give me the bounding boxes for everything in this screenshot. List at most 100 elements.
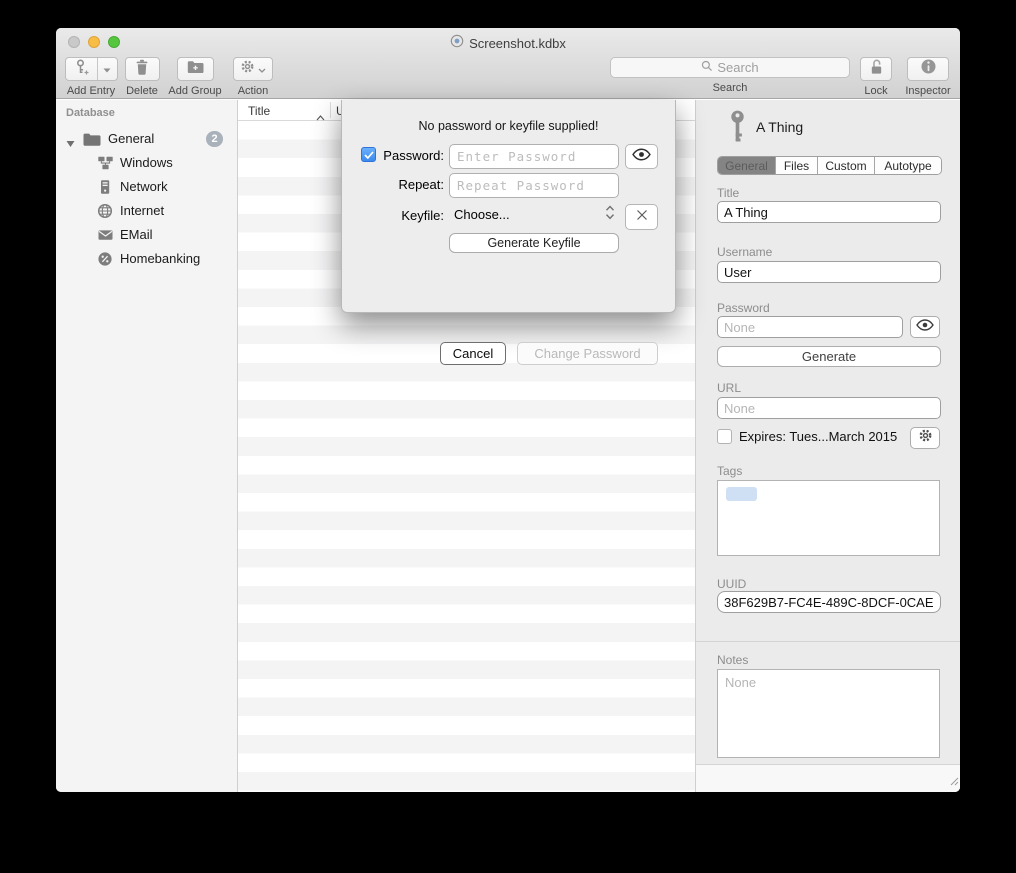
- app-window: Screenshot.kdbx Add Entry: [56, 28, 960, 792]
- eye-icon: [632, 148, 651, 166]
- bottom-bar: [696, 765, 960, 792]
- search-label: Search: [713, 82, 748, 94]
- sidebar: Database General 2 Windows: [56, 100, 238, 792]
- repeat-password-input[interactable]: [449, 173, 619, 198]
- info-icon: [920, 58, 937, 80]
- column-header-title[interactable]: Title: [248, 104, 270, 118]
- entry-count-badge: 2: [206, 131, 223, 147]
- password-label: Password:: [362, 148, 444, 163]
- window-title: Screenshot.kdbx: [469, 36, 566, 51]
- titlebar-toolbar: Screenshot.kdbx Add Entry: [56, 28, 960, 99]
- search-placeholder: Search: [717, 60, 758, 75]
- toolbar-action: Action: [230, 57, 276, 97]
- globe-icon: [97, 203, 113, 224]
- cancel-button[interactable]: Cancel: [440, 342, 506, 365]
- add-group-label: Add Group: [168, 85, 221, 97]
- sidebar-item-windows[interactable]: Windows: [56, 151, 237, 175]
- sidebar-item-label: Network: [120, 179, 168, 194]
- sidebar-item-network[interactable]: Network: [56, 175, 237, 199]
- gear-icon: [918, 428, 933, 448]
- notes-field-label: Notes: [717, 653, 748, 667]
- entry-title: A Thing: [756, 119, 803, 135]
- reveal-password-button[interactable]: [910, 316, 940, 338]
- tags-field-label: Tags: [717, 464, 742, 478]
- trash-icon: [135, 59, 149, 80]
- inspector-panel: A Thing General Files Custom Autotype Ti…: [695, 100, 960, 792]
- title-field-label: Title: [717, 186, 739, 200]
- sidebar-item-label: Homebanking: [120, 251, 200, 266]
- password-field-label: Password: [717, 301, 770, 315]
- delete-label: Delete: [126, 85, 158, 97]
- add-entry-button[interactable]: [66, 58, 97, 80]
- tab-autotype[interactable]: Autotype: [874, 157, 941, 174]
- tab-files[interactable]: Files: [775, 157, 817, 174]
- tab-general[interactable]: General: [718, 157, 775, 174]
- expires-settings-button[interactable]: [910, 427, 940, 449]
- change-password-button[interactable]: Change Password: [517, 342, 658, 365]
- add-entry-dropdown-button[interactable]: [97, 58, 117, 80]
- sidebar-item-label: Internet: [120, 203, 164, 218]
- add-entry-label: Add Entry: [67, 85, 115, 97]
- eye-icon: [916, 318, 934, 336]
- uuid-field-label: UUID: [717, 577, 746, 591]
- keyfile-label: Keyfile:: [362, 208, 444, 223]
- action-button[interactable]: [233, 57, 273, 81]
- expires-checkbox[interactable]: [717, 429, 732, 444]
- clear-keyfile-button[interactable]: [625, 204, 658, 230]
- document-proxy-icon: [450, 34, 464, 53]
- toolbar-add-group: Add Group: [164, 57, 226, 97]
- password-field[interactable]: [717, 316, 903, 338]
- search-icon: [701, 59, 713, 77]
- chevron-down-icon: [258, 60, 266, 78]
- sidebar-item-homebanking[interactable]: Homebanking: [56, 247, 237, 271]
- inspector-button[interactable]: [907, 57, 949, 81]
- column-divider[interactable]: [330, 102, 331, 118]
- title-field[interactable]: [717, 201, 941, 223]
- sidebar-item-internet[interactable]: Internet: [56, 199, 237, 223]
- lock-button[interactable]: [860, 57, 892, 81]
- tag-chip[interactable]: [726, 487, 757, 501]
- server-icon: [97, 179, 113, 200]
- action-label: Action: [238, 85, 269, 97]
- sidebar-item-label: General: [108, 131, 154, 146]
- generate-password-button[interactable]: Generate: [717, 346, 941, 367]
- network-computers-icon: [97, 155, 114, 176]
- generate-keyfile-button[interactable]: Generate Keyfile: [449, 233, 619, 253]
- key-plus-icon: [74, 59, 89, 80]
- username-field[interactable]: [717, 261, 941, 283]
- stepper-icon[interactable]: [605, 205, 615, 225]
- uuid-field[interactable]: [717, 591, 941, 613]
- expires-label: Expires: Tues...March 2015: [739, 429, 897, 444]
- expires-row: Expires: Tues...March 2015: [717, 429, 897, 444]
- folder-plus-icon: [187, 60, 204, 79]
- key-icon: [729, 110, 746, 149]
- url-field[interactable]: [717, 397, 941, 419]
- search-input[interactable]: Search: [610, 57, 850, 78]
- window-title-area: Screenshot.kdbx: [56, 34, 960, 52]
- resize-grip[interactable]: [948, 773, 959, 791]
- enter-password-input[interactable]: [449, 144, 619, 169]
- envelope-icon: [97, 227, 114, 248]
- sheet-message: No password or keyfile supplied!: [342, 119, 675, 133]
- repeat-label: Repeat:: [362, 177, 444, 192]
- notes-field[interactable]: [717, 669, 940, 758]
- inspector-label: Inspector: [905, 85, 950, 97]
- add-entry-button-group: [65, 57, 118, 81]
- show-password-button[interactable]: [625, 144, 658, 169]
- toolbar-inspector: Inspector: [899, 57, 957, 97]
- tags-field[interactable]: [717, 480, 940, 556]
- sidebar-item-label: Windows: [120, 155, 173, 170]
- tab-custom[interactable]: Custom: [817, 157, 874, 174]
- keyfile-popup[interactable]: Choose...: [454, 207, 510, 222]
- toolbar-lock: Lock: [856, 57, 896, 97]
- sidebar-item-general[interactable]: General 2: [56, 128, 237, 151]
- folder-icon: [83, 132, 101, 152]
- delete-button[interactable]: [125, 57, 160, 81]
- toolbar-search: Search Search: [608, 57, 852, 94]
- gear-icon: [240, 59, 255, 79]
- add-group-button[interactable]: [177, 57, 214, 81]
- lock-label: Lock: [864, 85, 887, 97]
- username-field-label: Username: [717, 245, 772, 259]
- toolbar-delete: Delete: [124, 57, 160, 97]
- sidebar-item-email[interactable]: EMail: [56, 223, 237, 247]
